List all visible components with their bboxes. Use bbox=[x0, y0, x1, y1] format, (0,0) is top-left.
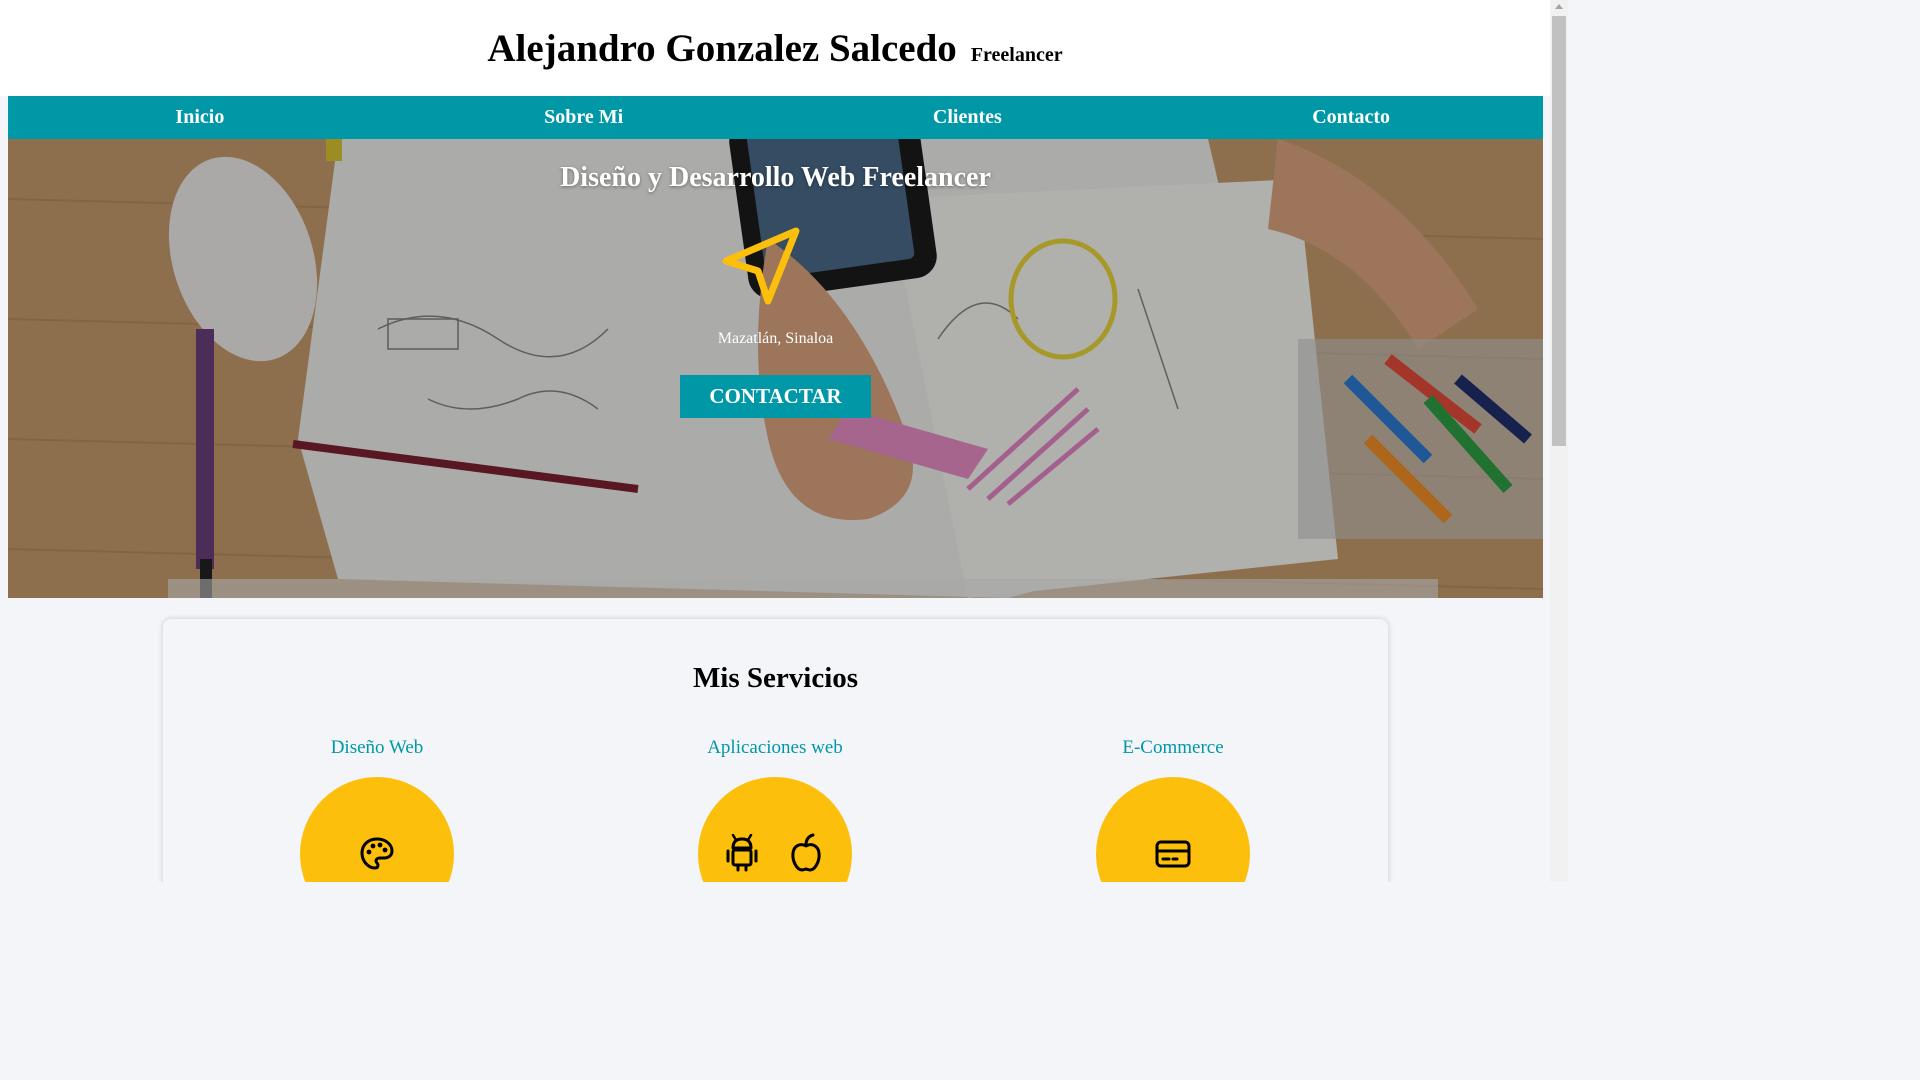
site-title: Alejandro Gonzalez Salcedo Freelancer bbox=[0, 26, 1550, 71]
scroll-up-arrow-icon[interactable] bbox=[1555, 4, 1563, 9]
nav-item-inicio[interactable]: Inicio bbox=[8, 96, 392, 139]
service-web-design[interactable]: Diseño Web bbox=[227, 737, 527, 882]
service-ecommerce[interactable]: E-Commerce bbox=[1023, 737, 1323, 882]
nav-item-clientes[interactable]: Clientes bbox=[776, 96, 1160, 139]
services-title: Mis Servicios bbox=[692, 662, 859, 694]
site-owner-name: Alejandro Gonzalez Salcedo bbox=[487, 27, 957, 70]
service-icon-circle bbox=[300, 777, 454, 882]
hero-overlay bbox=[8, 139, 1543, 598]
navigation-arrow-icon bbox=[722, 227, 800, 305]
contact-button[interactable]: CONTACTAR bbox=[680, 375, 871, 418]
scrollbar-thumb[interactable] bbox=[1552, 16, 1566, 446]
service-icon-circle bbox=[1096, 777, 1250, 882]
credit-card-icon bbox=[1155, 840, 1191, 868]
service-icon-circle bbox=[698, 777, 852, 882]
main-nav: Inicio Sobre Mi Clientes Contacto bbox=[8, 96, 1543, 139]
nav-item-contacto[interactable]: Contacto bbox=[1159, 96, 1543, 139]
hero-location: Mazatlán, Sinaloa bbox=[717, 330, 834, 347]
page-scrollbar[interactable] bbox=[1550, 0, 1568, 882]
service-label: E-Commerce bbox=[1122, 737, 1224, 758]
page: Alejandro Gonzalez Salcedo Freelancer In… bbox=[0, 0, 1568, 882]
site-owner-role: Freelancer bbox=[970, 44, 1063, 66]
services-card: Mis Servicios Diseño Web Aplicaciones we… bbox=[163, 619, 1388, 882]
apple-icon bbox=[791, 833, 821, 872]
hero-title: Diseño y Desarrollo Web Freelancer bbox=[560, 162, 991, 193]
hero-section: Diseño y Desarrollo Web Freelancer Mazat… bbox=[8, 139, 1543, 598]
service-web-apps[interactable]: Aplicaciones web bbox=[625, 737, 925, 882]
palette-icon bbox=[360, 837, 394, 870]
service-label: Aplicaciones web bbox=[707, 737, 843, 758]
site-header: Alejandro Gonzalez Salcedo Freelancer bbox=[0, 0, 1550, 96]
nav-item-sobre-mi[interactable]: Sobre Mi bbox=[392, 96, 776, 139]
service-label: Diseño Web bbox=[330, 737, 424, 758]
android-icon bbox=[726, 834, 758, 872]
